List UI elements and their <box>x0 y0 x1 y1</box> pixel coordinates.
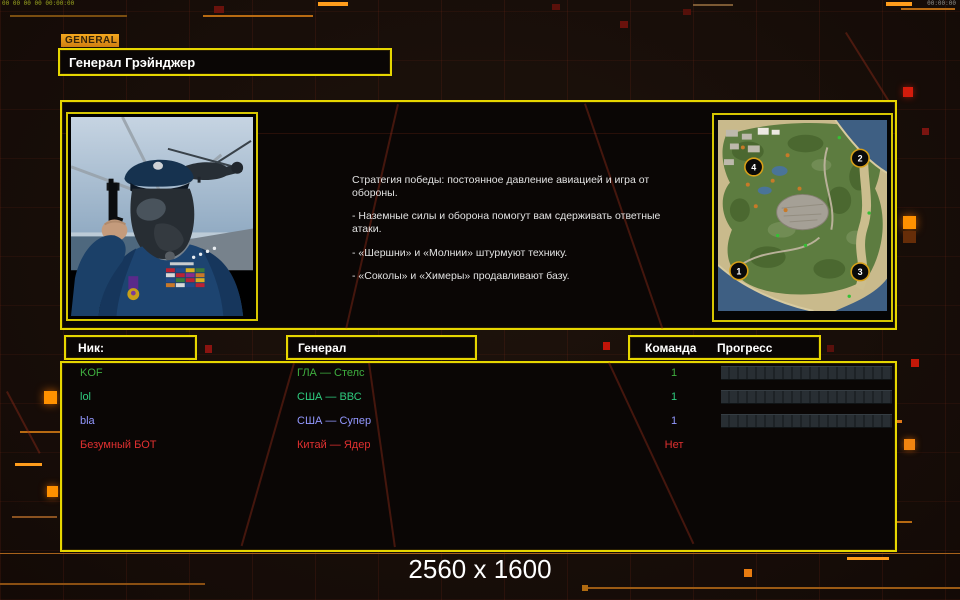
general-title-box: Генерал Грэйнджер <box>58 48 392 76</box>
circuit-square <box>552 4 560 10</box>
circuit-square <box>911 359 919 367</box>
debug-counter-text: 00 00 00 00 00:00:00 <box>2 0 75 7</box>
circuit-square <box>903 216 916 229</box>
circuit-square <box>603 342 610 350</box>
briefing-line: - «Соколы» и «Химеры» продавливают базу. <box>352 269 570 282</box>
player-nick: lol <box>80 391 92 403</box>
player-general: Китай — Ядер <box>297 439 371 451</box>
general-portrait-frame <box>66 112 258 321</box>
circuit-square <box>620 21 628 28</box>
page-title: Генерал Грэйнджер <box>69 54 196 70</box>
circuit-square <box>47 486 58 497</box>
player-row[interactable]: lol США — ВВС 1 <box>64 387 893 407</box>
player-general: ГЛА — Стелс <box>297 367 365 379</box>
circuit-line <box>10 15 127 17</box>
circuit-square <box>44 391 57 404</box>
player-nick: KOF <box>80 367 103 379</box>
player-row[interactable]: bla США — Супер 1 <box>64 411 893 431</box>
svg-text:3: 3 <box>858 267 863 277</box>
circuit-square <box>205 345 212 353</box>
circuit-square <box>683 9 691 15</box>
circuit-square <box>827 345 834 352</box>
player-progress-bar <box>721 366 892 380</box>
column-header-team-progress: Команда Прогресс <box>628 335 821 360</box>
header-label: Команда <box>645 340 697 355</box>
header-label: Генерал <box>298 340 347 355</box>
resolution-label: 2560 x 1600 <box>408 554 552 584</box>
player-progress-bar <box>721 414 892 428</box>
circuit-line <box>318 2 348 6</box>
header-label: Прогресс <box>717 340 773 355</box>
player-progress-bar <box>721 390 892 404</box>
diagonal-line <box>6 391 41 454</box>
header-label: Ник: <box>78 340 105 355</box>
general-portrait-image <box>71 117 253 316</box>
spawn-marker-3: 3 <box>850 262 870 282</box>
player-team: 1 <box>670 415 678 427</box>
svg-text:4: 4 <box>751 163 756 173</box>
circuit-line <box>693 4 733 6</box>
player-team: 1 <box>670 391 678 403</box>
spawn-marker-2: 2 <box>850 148 870 168</box>
briefing-line: - Наземные силы и оборона помогут вам сд… <box>352 210 661 236</box>
spawn-marker-1: 1 <box>729 261 749 281</box>
spawn-marker-4: 4 <box>744 157 764 177</box>
diagonal-line <box>845 31 891 103</box>
circuit-line <box>588 587 960 589</box>
lobby-screen: { "window": { "debug_left": "00 00 00 00… <box>0 0 960 600</box>
briefing-line: - «Шершни» и «Молнии» штурмуют технику. <box>352 246 568 259</box>
circuit-line <box>15 463 42 466</box>
map-preview-frame: 4 2 1 3 <box>712 113 893 322</box>
svg-text:2: 2 <box>858 154 863 164</box>
player-row[interactable]: KOF ГЛА — Стелс 1 <box>64 363 893 383</box>
svg-text:1: 1 <box>736 266 741 276</box>
circuit-square <box>903 87 913 97</box>
player-team: Нет <box>664 439 684 451</box>
circuit-line <box>12 516 57 518</box>
circuit-square <box>214 6 224 13</box>
briefing-line: Стратегия победы: постоянное давление ав… <box>352 174 650 200</box>
circuit-square <box>903 231 916 243</box>
player-nick: Безумный БОТ <box>80 439 157 451</box>
clock-text: 00:00:00 <box>927 0 956 7</box>
strategy-briefing: Стратегия победы: постоянное давление ав… <box>352 174 676 293</box>
column-header-nick: Ник: <box>64 335 197 360</box>
player-list-panel: KOF ГЛА — Стелс 1 lol США — ВВС 1 bla СШ… <box>60 361 897 552</box>
circuit-square <box>904 439 915 450</box>
circuit-line <box>203 15 313 17</box>
player-team: 1 <box>670 367 678 379</box>
player-nick: bla <box>80 415 95 427</box>
circuit-square <box>582 585 588 591</box>
player-general: США — Супер <box>297 415 372 427</box>
player-row[interactable]: Безумный БОТ Китай — Ядер Нет <box>64 435 893 455</box>
map-preview-image: 4 2 1 3 <box>718 120 887 311</box>
player-general: США — ВВС <box>297 391 362 403</box>
circuit-line <box>901 8 955 10</box>
tab-general[interactable]: GENERAL <box>61 34 119 47</box>
column-header-general: Генерал <box>286 335 477 360</box>
circuit-line <box>886 2 912 6</box>
circuit-square <box>922 128 929 135</box>
